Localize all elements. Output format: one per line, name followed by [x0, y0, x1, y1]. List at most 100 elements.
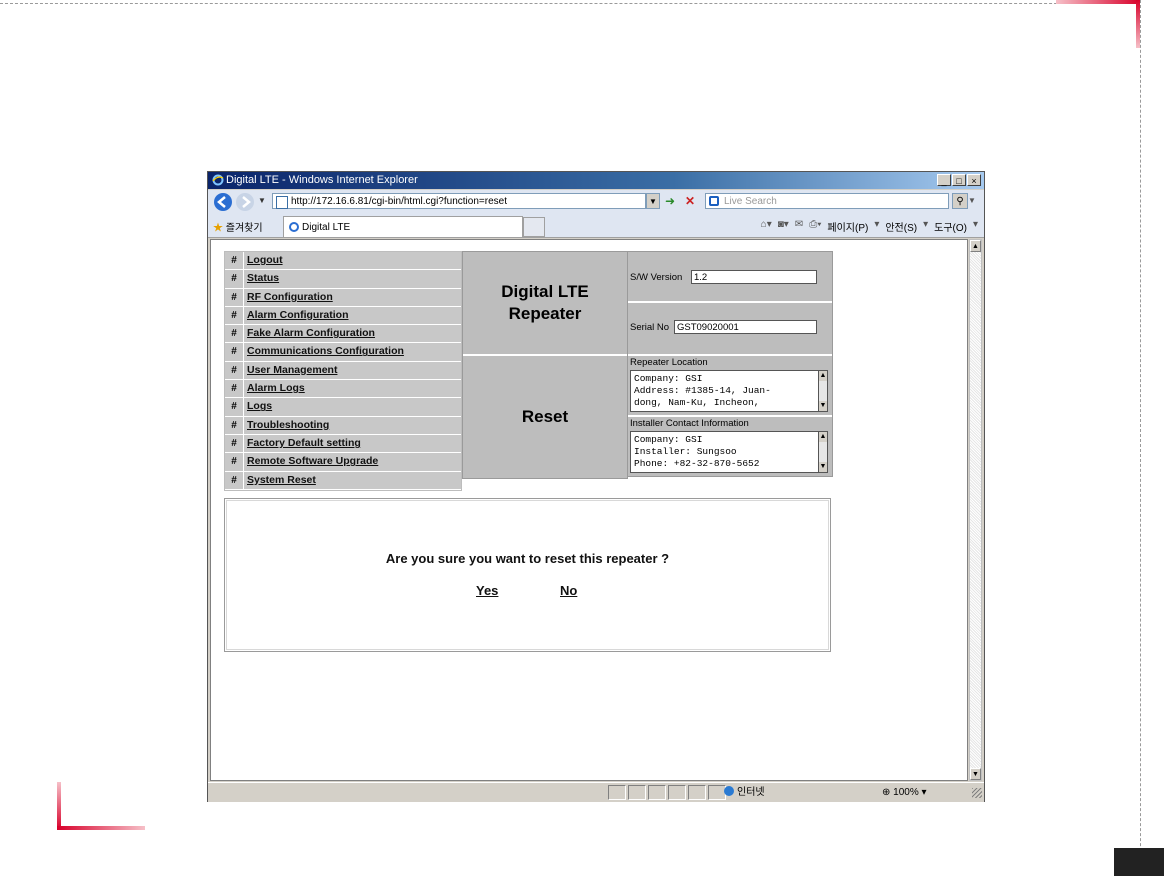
page-scrollbar[interactable]: ▲ ▼: [969, 239, 982, 781]
stop-icon[interactable]: ✕: [685, 194, 699, 208]
search-placeholder: Live Search: [724, 196, 777, 207]
scroll-up-icon[interactable]: ▲: [819, 432, 827, 442]
menu-link[interactable]: System Reset: [244, 471, 461, 489]
scroll-down-icon[interactable]: ▼: [970, 768, 981, 780]
search-input[interactable]: Live Search: [705, 193, 949, 209]
zone-label: 인터넷: [737, 787, 765, 798]
favorites-star-icon: ★: [213, 223, 223, 234]
installer-label: Installer Contact Information: [630, 418, 749, 429]
page-menu[interactable]: 페이지(P): [827, 219, 868, 234]
sw-version-cell: S/W Version 1.2: [628, 252, 832, 303]
menu-item-rf-configuration[interactable]: # RF Configuration: [225, 288, 461, 307]
search-dropdown-icon[interactable]: ▼: [968, 193, 978, 209]
history-dropdown-icon[interactable]: ▼: [258, 196, 266, 205]
side-menu: # Logout # Status # RF Configuration # Alarm…: [224, 251, 462, 491]
browser-window: Digital LTE - Windows Internet Explorer …: [207, 171, 985, 802]
tools-menu[interactable]: 도구(O): [934, 219, 967, 234]
tab-label: Digital LTE: [302, 222, 351, 233]
menu-link[interactable]: Logout: [244, 252, 461, 270]
address-url: http://172.16.6.81/cgi-bin/html.cgi?func…: [291, 196, 507, 207]
menu-link[interactable]: Factory Default setting: [244, 434, 461, 453]
section-title: Reset: [521, 407, 569, 426]
corner-mark-bottom-left: [57, 826, 145, 830]
yes-link[interactable]: Yes: [476, 583, 498, 598]
info-panel: S/W Version 1.2 Serial No GST09020001 Re…: [627, 251, 833, 477]
menu-item-fake-alarm-configuration[interactable]: # Fake Alarm Configuration: [225, 325, 461, 344]
menu-link[interactable]: Status: [244, 270, 461, 288]
back-icon[interactable]: [213, 192, 233, 212]
no-link[interactable]: No: [560, 583, 577, 598]
address-dropdown-icon[interactable]: ▼: [646, 193, 660, 209]
minimize-button[interactable]: _: [937, 174, 951, 186]
status-cells: [608, 785, 726, 800]
zoom-icon: ⊕: [882, 787, 894, 798]
menu-item-status[interactable]: # Status: [225, 270, 461, 289]
menu-link[interactable]: Remote Software Upgrade: [244, 453, 461, 471]
location-textarea[interactable]: Company: GSI Address: #1385-14, Juan- do…: [630, 370, 819, 412]
product-title-line2: Repeater: [508, 304, 582, 323]
reset-question: Are you sure you want to reset this repe…: [385, 551, 670, 566]
menu-item-factory-default[interactable]: # Factory Default setting: [225, 434, 461, 454]
reset-confirm-box: Are you sure you want to reset this repe…: [224, 498, 831, 652]
menu-item-logs[interactable]: # Logs: [225, 398, 461, 417]
globe-icon: [724, 786, 734, 796]
scroll-up-icon[interactable]: ▲: [970, 240, 981, 252]
location-label: Repeater Location: [630, 357, 708, 368]
mail-icon[interactable]: ✉: [795, 219, 803, 234]
maximize-button[interactable]: □: [952, 174, 966, 186]
page-tab: [1114, 848, 1164, 876]
home-icon[interactable]: ⌂▾: [761, 219, 772, 234]
ie-logo-icon: [212, 174, 224, 186]
print-icon[interactable]: ⎙▾: [809, 219, 821, 234]
menu-item-alarm-logs[interactable]: # Alarm Logs: [225, 380, 461, 399]
menu-link[interactable]: Logs: [244, 398, 461, 416]
sw-version-field[interactable]: 1.2: [691, 270, 817, 284]
go-arrow-icon[interactable]: ➜: [665, 194, 679, 208]
resize-grip-icon[interactable]: [972, 788, 982, 798]
menu-item-logout[interactable]: # Logout: [225, 252, 461, 271]
menu-link[interactable]: Fake Alarm Configuration: [244, 325, 461, 343]
menu-item-communications-configuration[interactable]: # Communications Configuration: [225, 343, 461, 362]
serial-cell: Serial No GST09020001: [628, 303, 832, 356]
security-zone[interactable]: 인터넷: [724, 783, 765, 802]
product-title-line1: Digital LTE: [501, 282, 589, 301]
forward-icon[interactable]: [235, 192, 255, 212]
menu-item-troubleshooting[interactable]: # Troubleshooting: [225, 416, 461, 435]
scroll-down-icon[interactable]: ▼: [819, 462, 827, 472]
product-title: Digital LTE Repeater: [463, 252, 627, 356]
menu-item-alarm-configuration[interactable]: # Alarm Configuration: [225, 306, 461, 326]
title-bar: Digital LTE - Windows Internet Explorer …: [208, 172, 984, 189]
menu-link[interactable]: Alarm Logs: [244, 380, 461, 398]
window-title: Digital LTE - Windows Internet Explorer: [226, 174, 418, 186]
zoom-control[interactable]: ⊕ 100% ▾: [882, 783, 927, 802]
menu-link[interactable]: User Management: [244, 361, 461, 380]
status-bar: 인터넷 ⊕ 100% ▾: [208, 782, 984, 802]
live-search-icon: [709, 196, 719, 206]
page-border-right: [1140, 0, 1141, 876]
installer-scrollbar[interactable]: ▲ ▼: [818, 431, 828, 473]
feeds-icon[interactable]: ◙▾: [778, 219, 789, 234]
serial-field[interactable]: GST09020001: [674, 320, 817, 334]
scroll-down-icon[interactable]: ▼: [819, 401, 827, 411]
menu-item-system-reset[interactable]: # System Reset: [225, 471, 461, 490]
scroll-up-icon[interactable]: ▲: [819, 371, 827, 381]
address-bar[interactable]: http://172.16.6.81/cgi-bin/html.cgi?func…: [272, 193, 646, 209]
tab-digital-lte[interactable]: Digital LTE: [283, 216, 523, 237]
corner-mark-top-right-vertical: [1136, 0, 1140, 48]
location-cell: Repeater Location Company: GSI Address: …: [628, 356, 832, 417]
address-toolbar: ▼ http://172.16.6.81/cgi-bin/html.cgi?fu…: [208, 190, 984, 214]
safety-menu[interactable]: 안전(S): [885, 219, 917, 234]
search-icon[interactable]: ⚲: [952, 193, 968, 209]
installer-textarea[interactable]: Company: GSI Installer: Sungsoo Phone: +…: [630, 431, 819, 473]
favorites-button[interactable]: ★ 즐겨찾기: [213, 219, 263, 234]
menu-link[interactable]: Troubleshooting: [244, 416, 461, 434]
menu-item-remote-software-upgrade[interactable]: # Remote Software Upgrade: [225, 453, 461, 472]
menu-link[interactable]: Communications Configuration: [244, 343, 461, 361]
menu-link[interactable]: RF Configuration: [244, 288, 461, 306]
menu-item-user-management[interactable]: # User Management: [225, 361, 461, 381]
title-panel: Digital LTE Repeater Reset: [462, 251, 628, 479]
location-scrollbar[interactable]: ▲ ▼: [818, 370, 828, 412]
close-button[interactable]: ×: [967, 174, 981, 186]
menu-link[interactable]: Alarm Configuration: [244, 306, 461, 325]
new-tab-button[interactable]: [523, 217, 545, 237]
